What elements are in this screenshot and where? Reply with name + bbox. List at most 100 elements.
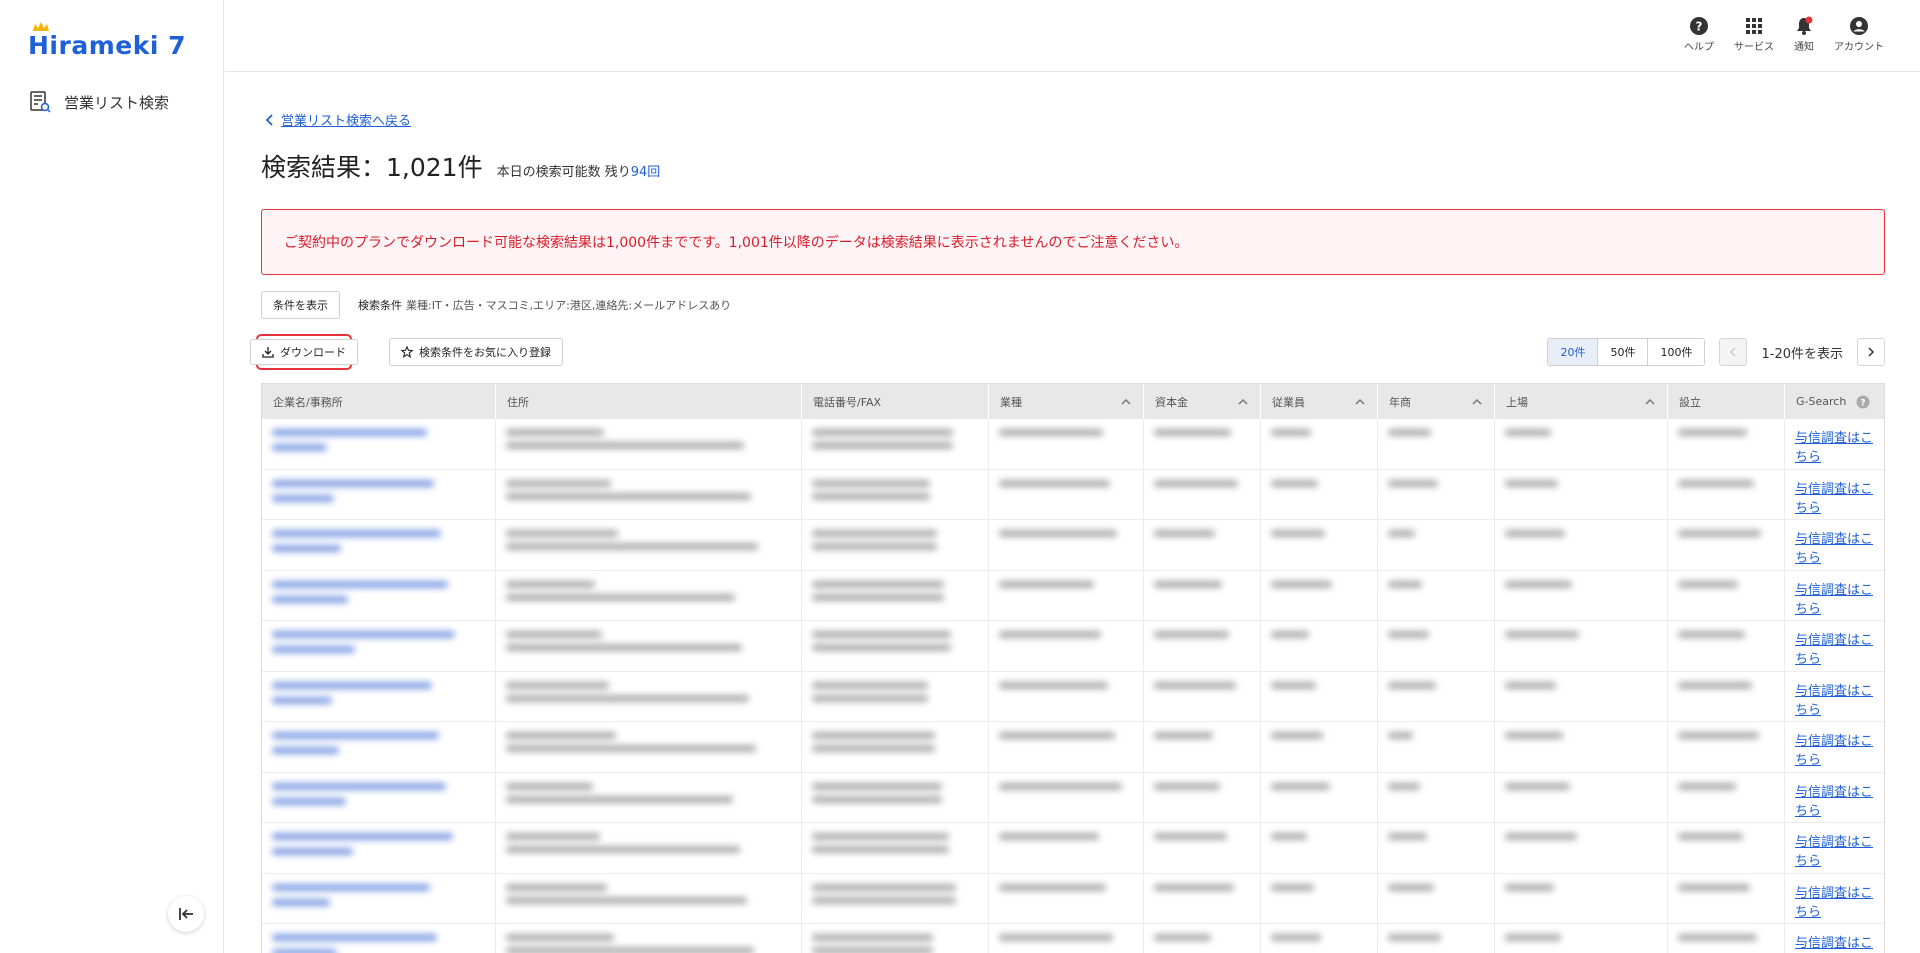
back-to-search-link[interactable]: 営業リスト検索へ戻る: [265, 110, 411, 129]
collapse-sidebar-button[interactable]: [168, 896, 204, 932]
credit-check-link[interactable]: 与信調査はこちら: [1795, 732, 1873, 770]
svg-text:?: ?: [1861, 398, 1866, 408]
table-cell: [1495, 823, 1668, 873]
credit-check-link[interactable]: 与信調査はこちら: [1795, 429, 1873, 467]
table-cell: [1668, 873, 1785, 923]
credit-check-link[interactable]: 与信調査はこちら: [1795, 631, 1873, 669]
redacted-content: [1505, 732, 1657, 739]
redacted-content: [1388, 530, 1484, 537]
table-cell: 与信調査はこちら: [1785, 470, 1884, 520]
service-button[interactable]: サービス: [1734, 16, 1774, 53]
table-cell[interactable]: [262, 621, 496, 671]
column-header[interactable]: 上場: [1495, 384, 1668, 419]
redacted-content: [999, 479, 1133, 487]
column-header[interactable]: 従業員: [1261, 384, 1378, 419]
table-cell[interactable]: [262, 671, 496, 721]
redacted-content: [272, 681, 485, 704]
redacted-content: [506, 681, 791, 702]
table-cell: [1495, 419, 1668, 469]
table-cell: [1378, 621, 1495, 671]
credit-check-link[interactable]: 与信調査はこちら: [1795, 530, 1873, 568]
redacted-content: [1505, 833, 1657, 840]
sidebar: Hirameki 7 営業リスト検索: [0, 0, 224, 953]
help-icon[interactable]: ?: [1856, 395, 1870, 409]
redacted-content: [1678, 631, 1774, 638]
table-cell: [1668, 772, 1785, 822]
page-title: 検索結果：1,021件: [261, 153, 483, 182]
redacted-content: [1388, 732, 1484, 739]
credit-check-link[interactable]: 与信調査はこちら: [1795, 682, 1873, 720]
redacted-content: [506, 732, 791, 752]
table-cell[interactable]: [262, 873, 496, 923]
table-cell[interactable]: [262, 924, 496, 953]
page-size-100[interactable]: 100件: [1648, 339, 1705, 365]
table-cell: [1495, 722, 1668, 772]
table-cell: 与信調査はこちら: [1785, 672, 1884, 722]
table-cell: [1144, 924, 1261, 953]
table-cell[interactable]: [262, 419, 496, 469]
redacted-content: [272, 833, 485, 855]
table-cell[interactable]: [262, 823, 496, 873]
redacted-content: [1388, 631, 1484, 638]
page-range-text: 1-20件を表示: [1761, 346, 1843, 362]
sort-icon: [1121, 398, 1131, 405]
redacted-content: [1388, 479, 1484, 487]
column-header[interactable]: 年商: [1378, 384, 1495, 419]
download-button[interactable]: ダウンロード: [250, 339, 358, 365]
redacted-content: [1154, 580, 1250, 588]
column-header[interactable]: 資本金: [1144, 384, 1261, 419]
table-cell: 与信調査はこちら: [1785, 874, 1884, 924]
redacted-content: [1678, 580, 1774, 588]
redacted-content: [272, 934, 485, 953]
page-size-50[interactable]: 50件: [1598, 339, 1649, 365]
redacted-content: [1678, 681, 1774, 689]
table-cell: [989, 570, 1144, 620]
show-conditions-button[interactable]: 条件を表示: [261, 291, 340, 319]
account-button[interactable]: アカウント: [1834, 16, 1884, 53]
table-cell: [989, 469, 1144, 519]
logo-text: Hirameki 7: [28, 31, 186, 60]
redacted-content: [1388, 934, 1484, 941]
next-page-button[interactable]: [1857, 338, 1885, 366]
table-cell: [989, 671, 1144, 721]
table-cell[interactable]: [262, 520, 496, 570]
page-size-20[interactable]: 20件: [1548, 339, 1599, 365]
credit-check-link[interactable]: 与信調査はこちら: [1795, 934, 1873, 953]
table-cell[interactable]: [262, 469, 496, 519]
table-cell[interactable]: [262, 570, 496, 620]
app-logo[interactable]: Hirameki 7: [28, 22, 186, 62]
redacted-content: [812, 530, 978, 550]
credit-check-link[interactable]: 与信調査はこちら: [1795, 581, 1873, 619]
credit-check-link[interactable]: 与信調査はこちら: [1795, 783, 1873, 821]
prev-page-button[interactable]: [1719, 338, 1748, 366]
redacted-content: [999, 530, 1133, 537]
credit-check-link[interactable]: 与信調査はこちら: [1795, 884, 1873, 922]
table-cell: [1668, 520, 1785, 570]
table-cell: [496, 671, 802, 721]
credit-check-link[interactable]: 与信調査はこちら: [1795, 480, 1873, 518]
redacted-content: [1154, 782, 1250, 790]
column-header[interactable]: 業種: [989, 384, 1144, 419]
table-cell: [1495, 873, 1668, 923]
table-cell: [496, 469, 802, 519]
redacted-content: [1154, 833, 1250, 840]
redacted-content: [506, 479, 791, 500]
table-cell[interactable]: [262, 722, 496, 772]
table-cell: [1378, 722, 1495, 772]
table-cell: [802, 570, 989, 620]
table-cell: [802, 469, 989, 519]
redacted-content: [1154, 732, 1250, 739]
help-button[interactable]: ? ヘルプ: [1684, 16, 1714, 53]
table-cell[interactable]: [262, 772, 496, 822]
table-cell: [1378, 823, 1495, 873]
notification-button[interactable]: 通知: [1794, 16, 1814, 53]
redacted-content: [272, 732, 485, 754]
credit-check-link[interactable]: 与信調査はこちら: [1795, 833, 1873, 871]
redacted-content: [812, 833, 978, 853]
table-row: 与信調査はこちら: [262, 520, 1884, 571]
redacted-content: [999, 934, 1133, 941]
sidebar-item-sales-list-search[interactable]: 営業リスト検索: [28, 90, 169, 114]
favorite-conditions-button[interactable]: 検索条件をお気に入り登録: [389, 338, 563, 366]
table-cell: [1495, 671, 1668, 721]
redacted-content: [1388, 782, 1484, 790]
